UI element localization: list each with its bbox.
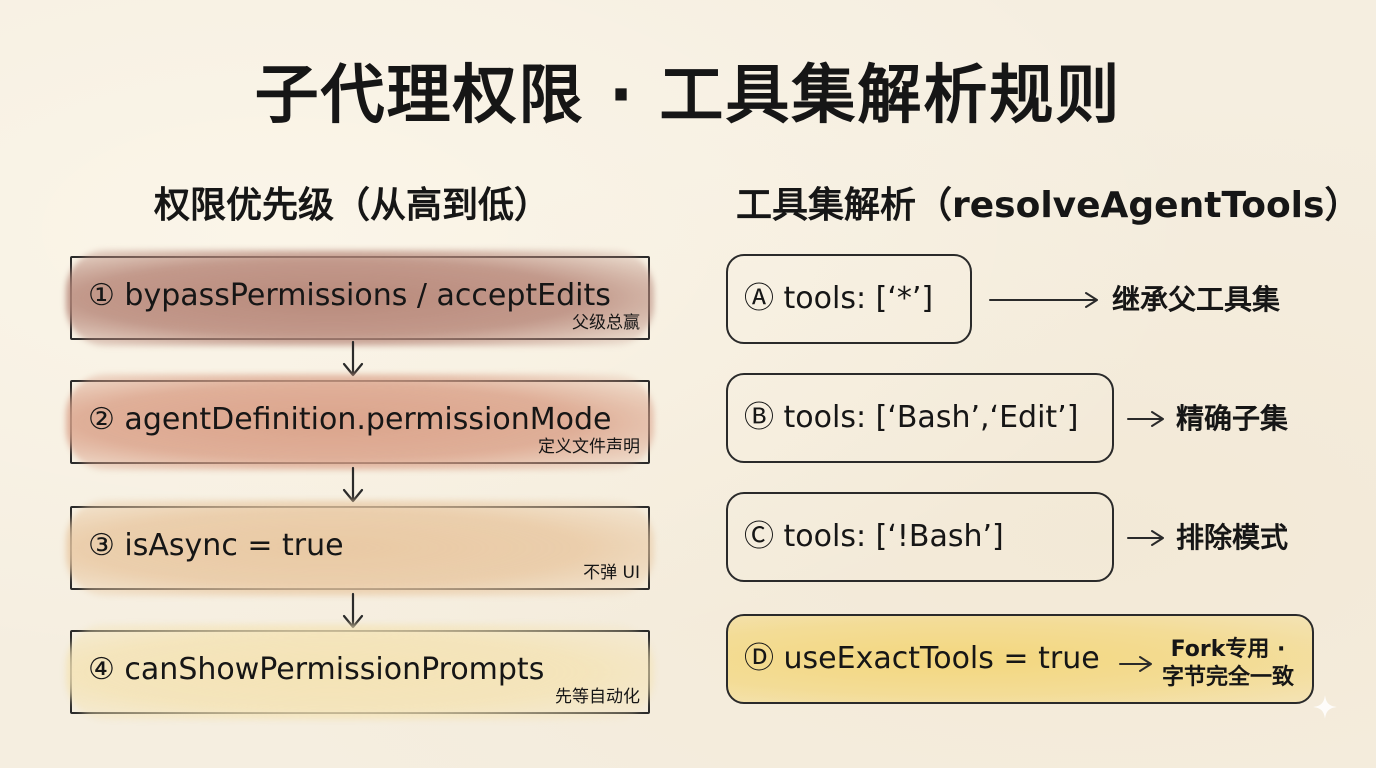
- tool-rule-exact-subset: Ⓑ tools: [‘Bash’,‘Edit’]: [726, 373, 1114, 463]
- permission-item-bypass: ① bypassPermissions / acceptEdits 父级总赢: [66, 250, 654, 346]
- tool-rule-result-line: Fork专用 ·: [1170, 637, 1286, 662]
- tool-rule-wildcard: Ⓐ tools: [‘*’]: [726, 254, 972, 344]
- permission-section-title: 权限优先级（从高到低）: [154, 185, 551, 226]
- tool-rule-exclude: Ⓒ tools: [‘!Bash’]: [726, 492, 1114, 582]
- permission-item-label: ① bypassPermissions / acceptEdits: [88, 278, 611, 313]
- arrow-down-icon: [342, 466, 364, 503]
- arrow-down-icon: [342, 340, 364, 377]
- permission-item-note: 父级总赢: [572, 313, 640, 333]
- arrow-right-icon: [989, 292, 1098, 308]
- permission-item-label: ③ isAsync = true: [88, 528, 344, 563]
- tool-rule-label: Ⓑ tools: [‘Bash’,‘Edit’]: [744, 400, 1079, 435]
- permission-item-label: ② agentDefinition.permissionMode: [88, 402, 612, 437]
- tool-rule-result: 排除模式: [1176, 521, 1289, 554]
- page-title: 子代理权限 · 工具集解析规则: [254, 59, 1122, 133]
- arrow-right-icon: [1127, 411, 1164, 427]
- permission-item-note: 先等自动化: [555, 687, 640, 707]
- permission-item-is-async: ③ isAsync = true 不弹 UI: [66, 500, 654, 596]
- tools-section-title: 工具集解析（resolveAgentTools）: [736, 185, 1361, 226]
- arrow-right-icon: [1119, 656, 1152, 672]
- tool-rule-label: Ⓓ useExactTools = true: [744, 641, 1100, 676]
- tool-rule-result-line: 字节完全一致: [1161, 665, 1294, 690]
- tool-rule-result: 继承父工具集: [1112, 283, 1281, 316]
- tool-rule-label: Ⓒ tools: [‘!Bash’]: [744, 519, 1004, 554]
- arrow-right-icon: [1127, 530, 1164, 546]
- permission-item-note: 定义文件声明: [538, 437, 640, 457]
- permission-item-note: 不弹 UI: [583, 563, 640, 583]
- permission-item-label: ④ canShowPermissionPrompts: [88, 652, 545, 687]
- tool-rule-result: Fork专用 · 字节完全一致: [1150, 636, 1306, 692]
- tool-rule-result: 精确子集: [1176, 402, 1289, 435]
- permission-item-agent-definition: ② agentDefinition.permissionMode 定义文件声明: [66, 374, 654, 470]
- permission-item-can-show-prompts: ④ canShowPermissionPrompts 先等自动化: [66, 624, 654, 720]
- sparkle-icon: [1313, 695, 1337, 719]
- tool-rule-label: Ⓐ tools: [‘*’]: [744, 281, 934, 316]
